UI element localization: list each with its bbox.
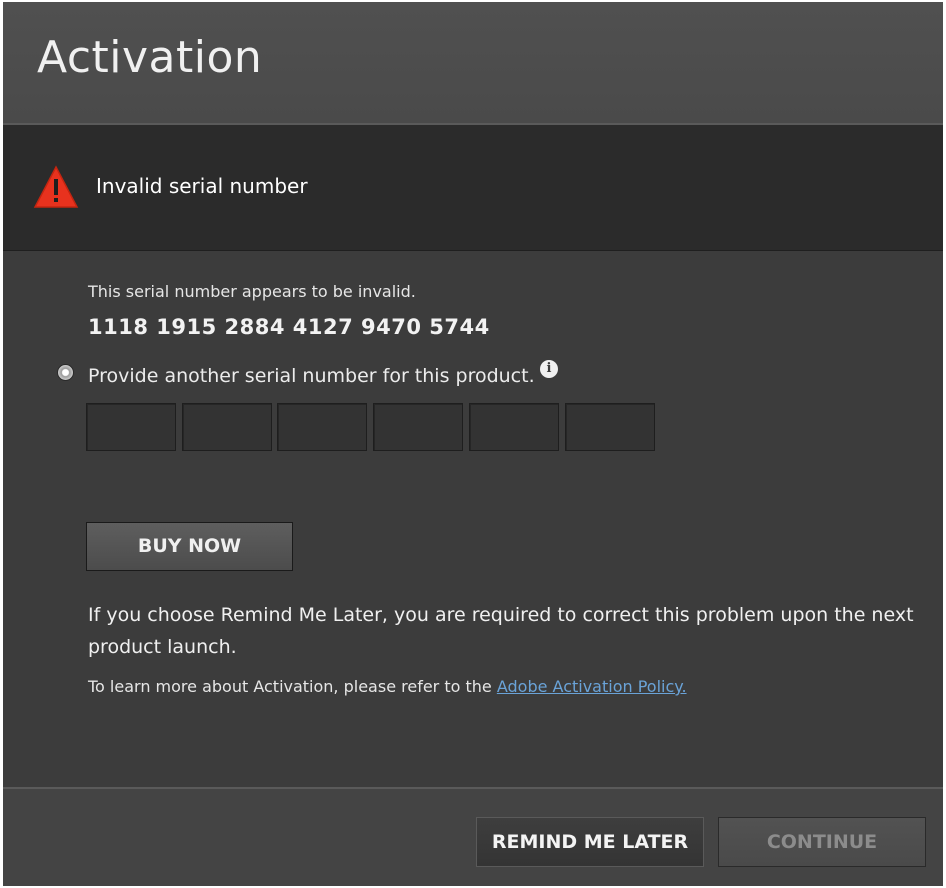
serial-field-3[interactable]: [277, 403, 367, 451]
serial-field-4[interactable]: [373, 403, 463, 451]
error-message: Invalid serial number: [96, 174, 308, 198]
serial-field-6[interactable]: [565, 403, 655, 451]
activation-dialog: Activation Invalid serial number This se…: [3, 2, 943, 886]
buy-now-button[interactable]: BUY NOW: [86, 522, 293, 571]
provide-serial-radio[interactable]: [58, 365, 73, 380]
continue-button[interactable]: CONTINUE: [718, 817, 926, 867]
learn-more-text: To learn more about Activation, please r…: [88, 677, 687, 696]
info-icon[interactable]: i: [540, 360, 558, 378]
remind-later-notice: If you choose Remind Me Later, you are r…: [88, 604, 914, 658]
remind-me-later-button[interactable]: REMIND ME LATER: [476, 817, 704, 867]
serial-number-value: 1118 1915 2884 4127 9470 5744: [88, 315, 490, 339]
dialog-title: Activation: [37, 32, 263, 83]
activation-policy-link[interactable]: Adobe Activation Policy.: [497, 677, 687, 696]
serial-field-2[interactable]: [182, 403, 272, 451]
warning-triangle-icon: [33, 165, 79, 208]
provide-serial-label[interactable]: Provide another serial number for this p…: [88, 365, 535, 387]
serial-field-1[interactable]: [86, 403, 176, 451]
title-bar: Activation: [3, 2, 943, 125]
invalid-description: This serial number appears to be invalid…: [88, 282, 416, 301]
serial-field-5[interactable]: [469, 403, 559, 451]
learn-more-prefix: To learn more about Activation, please r…: [88, 677, 497, 696]
